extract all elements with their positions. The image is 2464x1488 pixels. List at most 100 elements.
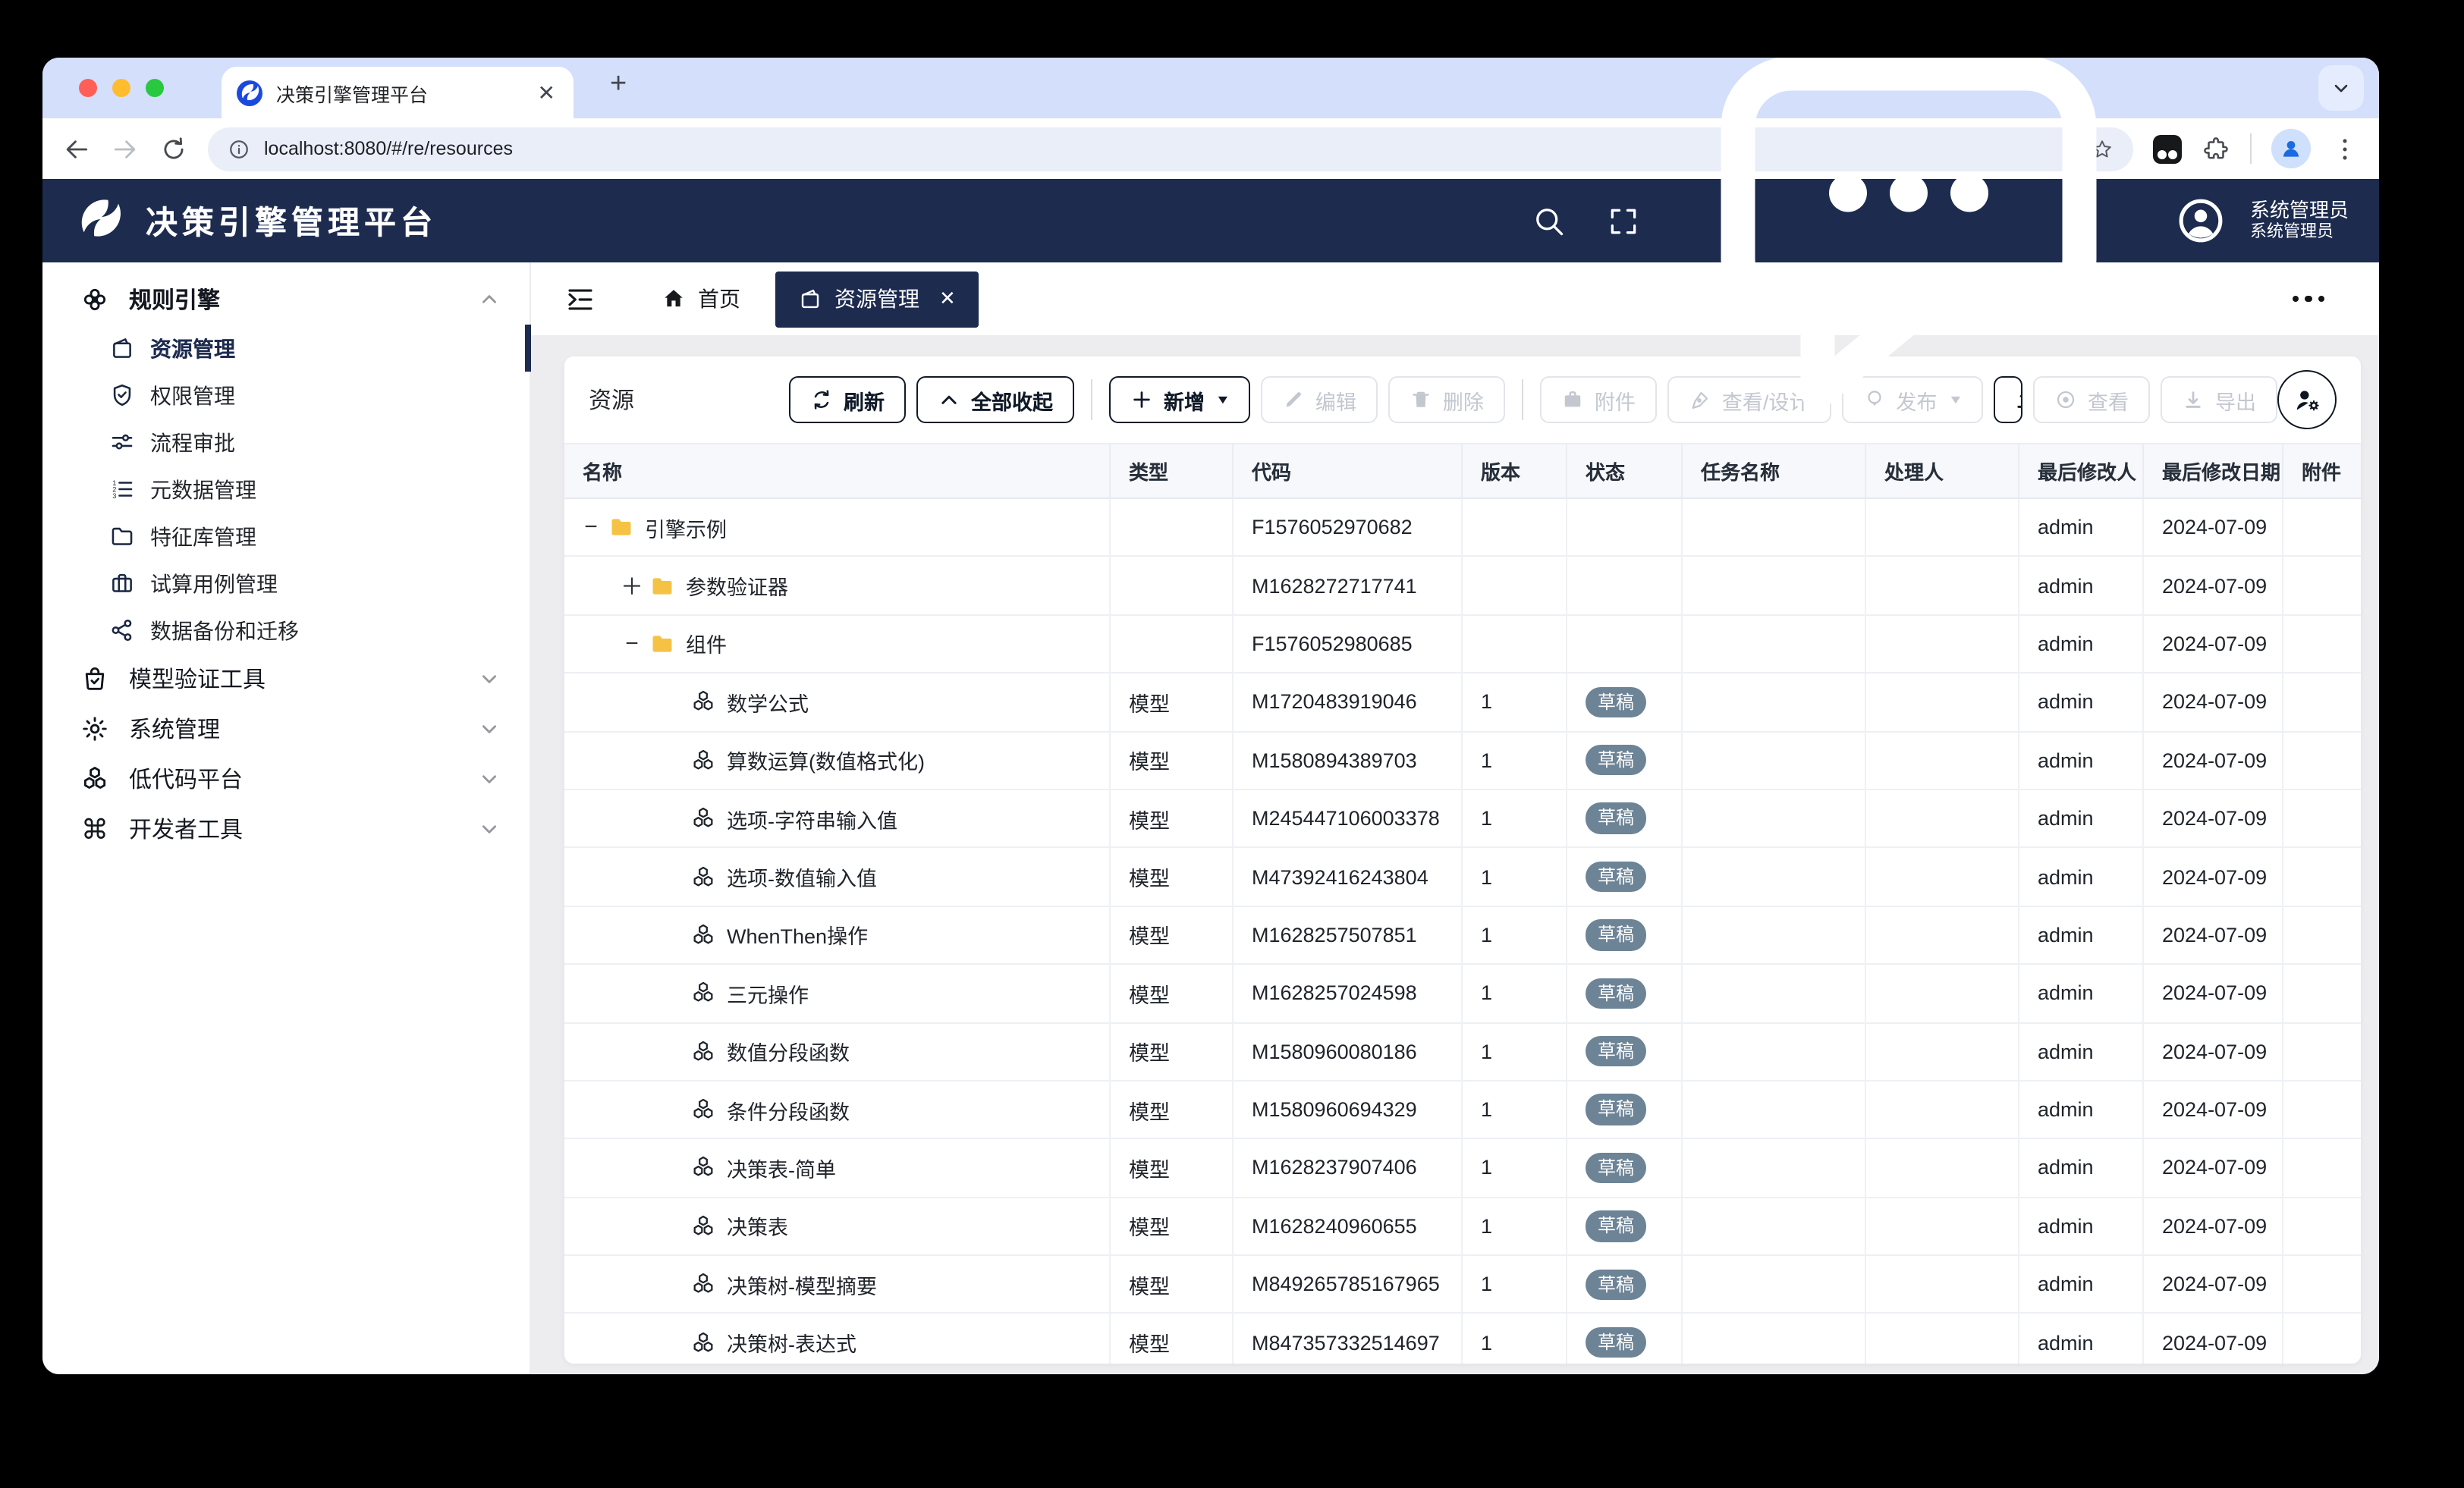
cell-code: M1580960080186 xyxy=(1252,1040,1417,1063)
table-cell xyxy=(2283,965,2361,1022)
sidebar-group-4[interactable]: ⌘开发者工具 xyxy=(42,804,530,854)
cell-version: 1 xyxy=(1481,1157,1492,1179)
tab-home[interactable]: 首页 xyxy=(639,271,763,327)
table-row-12[interactable]: 决策表模型M16282409606551草稿admin2024-07-09 xyxy=(564,1198,2361,1256)
cell-code: F1576052980685 xyxy=(1252,633,1413,655)
toolbar-button-3[interactable]: 新增▼ xyxy=(1109,376,1250,423)
cell-version: 1 xyxy=(1481,982,1492,1005)
table-row-7[interactable]: WhenThen操作模型M16282575078511草稿admin2024-0… xyxy=(564,906,2361,965)
resource-tab-icon xyxy=(798,287,822,311)
model-cube-icon xyxy=(690,981,716,1006)
cell-code: M47392416243804 xyxy=(1252,865,1428,888)
model-cube-icon xyxy=(690,1038,716,1064)
table-cell xyxy=(1463,499,1567,556)
cell-modified_date: 2024-07-09 xyxy=(2162,1157,2267,1179)
sidebar-group-2[interactable]: 系统管理 xyxy=(42,704,530,754)
cell-type: 模型 xyxy=(1129,862,1170,892)
table-row-1[interactable]: ＋参数验证器M1628272717741admin2024-07-09 xyxy=(564,557,2361,616)
table-row-14[interactable]: 决策树-表达式模型M8473573325146971草稿admin2024-07… xyxy=(564,1314,2361,1364)
zoom-window-button[interactable] xyxy=(146,79,164,97)
table-cell xyxy=(1683,557,1866,614)
table-row-8[interactable]: 三元操作模型M16282570245981草稿admin2024-07-09 xyxy=(564,965,2361,1023)
cell-type: 模型 xyxy=(1129,1094,1170,1125)
gear-icon xyxy=(80,714,109,743)
cell-type: 模型 xyxy=(1129,687,1170,717)
table-row-4[interactable]: 算数运算(数值格式化)模型M15808943897031草稿admin2024-… xyxy=(564,732,2361,790)
more-tabs-ellipsis-icon[interactable] xyxy=(2292,296,2346,303)
cell-type: 模型 xyxy=(1129,746,1170,776)
cell-modified_by: admin xyxy=(2038,1157,2094,1179)
sidebar-group-3[interactable]: 低代码平台 xyxy=(42,754,530,804)
cell-type: 模型 xyxy=(1129,1327,1170,1358)
table-row-0[interactable]: −引擎示例F1576052970682admin2024-07-09 xyxy=(564,499,2361,557)
user-settings-button[interactable] xyxy=(2277,370,2337,429)
sidebar-item-label: 流程审批 xyxy=(150,427,235,457)
cell-code: M1580894389703 xyxy=(1252,749,1417,772)
cell-code: M245447106003378 xyxy=(1252,807,1440,830)
table-cell xyxy=(1866,849,2019,906)
collapse-node-icon[interactable]: − xyxy=(580,514,602,540)
sidebar-item-4[interactable]: 特征库管理 xyxy=(42,513,530,560)
tab-search-button[interactable] xyxy=(2318,65,2364,111)
table-row-5[interactable]: 选项-字符串输入值模型M2454471060033781草稿admin2024-… xyxy=(564,790,2361,849)
toolbar-button-0[interactable]: 刷新 xyxy=(789,376,906,423)
tab-resources-active[interactable]: 资源管理 ✕ xyxy=(775,271,979,327)
resource-name: 选项-字符串输入值 xyxy=(727,803,897,833)
extension-icon[interactable] xyxy=(2153,134,2182,163)
expand-node-icon[interactable]: ＋ xyxy=(621,570,643,601)
site-info-icon[interactable] xyxy=(228,137,250,160)
browser-tab[interactable]: 决策引擎管理平台 ✕ xyxy=(222,67,574,118)
sidebar-item-0[interactable]: 资源管理 xyxy=(42,325,530,372)
toolbar-button-1[interactable]: 全部收起 xyxy=(916,376,1074,423)
tab-close-icon[interactable]: ✕ xyxy=(535,80,558,105)
fullscreen-icon[interactable] xyxy=(1607,204,1640,237)
table-row-9[interactable]: 数值分段函数模型M15809600801861草稿admin2024-07-09 xyxy=(564,1023,2361,1081)
table-row-11[interactable]: 决策表-简单模型M16282379074061草稿admin2024-07-09 xyxy=(564,1140,2361,1198)
close-window-button[interactable] xyxy=(79,79,97,97)
cell-code: M847357332514697 xyxy=(1252,1331,1440,1354)
table-row-3[interactable]: 数学公式模型M17204839190461草稿admin2024-07-09 xyxy=(564,673,2361,732)
sidebar-group-0[interactable]: 规则引擎 xyxy=(42,275,530,325)
sidebar-item-1[interactable]: 权限管理 xyxy=(42,372,530,419)
column-header-0: 名称 xyxy=(564,444,1111,498)
cell-type: 模型 xyxy=(1129,1270,1170,1300)
table-row-6[interactable]: 选项-数值输入值模型M473924162438041草稿admin2024-07… xyxy=(564,849,2361,907)
column-header-8: 最后修改日期 xyxy=(2144,444,2283,498)
user-info[interactable]: 系统管理员 系统管理员 xyxy=(2250,198,2349,243)
sidebar-item-3[interactable]: 123元数据管理 xyxy=(42,466,530,513)
table-cell: 模型 xyxy=(1111,849,1234,906)
table-cell xyxy=(1683,1140,1866,1197)
sidebar-item-5[interactable]: 试算用例管理 xyxy=(42,560,530,607)
table-cell xyxy=(1866,1198,2019,1254)
new-tab-button[interactable]: + xyxy=(610,68,627,102)
table-cell: 模型 xyxy=(1111,1256,1234,1313)
cell-modified_date: 2024-07-09 xyxy=(2162,865,2267,888)
table-cell: 决策树-表达式 xyxy=(564,1314,1111,1364)
sidebar-item-label: 试算用例管理 xyxy=(150,568,278,598)
forward-icon[interactable] xyxy=(111,134,140,163)
sidebar-item-6[interactable]: 数据备份和迁移 xyxy=(42,607,530,654)
user-avatar[interactable] xyxy=(2177,197,2224,244)
minimize-window-button[interactable] xyxy=(112,79,130,97)
cell-modified_by: admin xyxy=(2038,1273,2094,1296)
sidebar-item-2[interactable]: 流程审批 xyxy=(42,419,530,466)
sidebar-group-1[interactable]: 模型验证工具 xyxy=(42,654,530,704)
search-icon[interactable] xyxy=(1532,204,1566,237)
table-cell: 草稿 xyxy=(1567,1198,1683,1254)
table-row-10[interactable]: 条件分段函数模型M15809606943291草稿admin2024-07-09 xyxy=(564,1081,2361,1140)
app-logo-icon xyxy=(73,193,127,248)
collapse-sidebar-icon[interactable] xyxy=(564,283,596,315)
table-cell: M1628237907406 xyxy=(1234,1140,1463,1197)
cell-version: 1 xyxy=(1481,749,1492,772)
table-row-13[interactable]: 决策树-模型摘要模型M8492657851679651草稿admin2024-0… xyxy=(564,1256,2361,1314)
back-icon[interactable] xyxy=(62,134,91,163)
tab-close-icon[interactable]: ✕ xyxy=(939,287,956,311)
collapse-node-icon[interactable]: − xyxy=(621,631,643,657)
table-cell xyxy=(1866,790,2019,847)
toolbar-button-4: 编辑 xyxy=(1261,376,1378,423)
model-cube-icon xyxy=(690,922,716,948)
reload-icon[interactable] xyxy=(159,134,188,163)
messages-button[interactable]: 120 xyxy=(1681,58,2136,448)
table-row-2[interactable]: −组件F1576052980685admin2024-07-09 xyxy=(564,616,2361,674)
cell-version: 1 xyxy=(1481,1040,1492,1063)
